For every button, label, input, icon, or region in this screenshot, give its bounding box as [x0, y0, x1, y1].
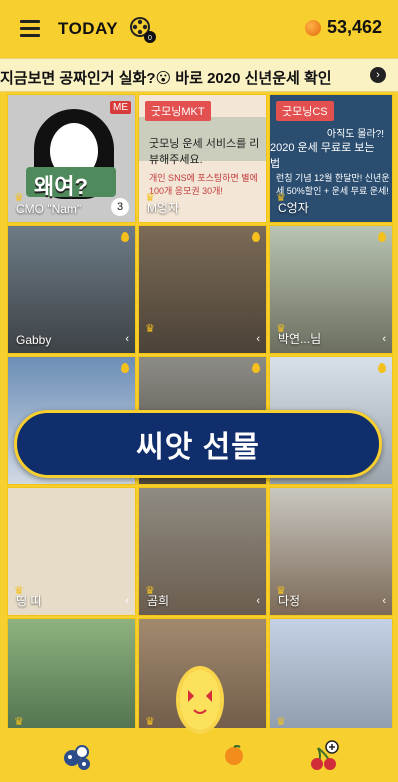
banner-text: 지금보면 공짜인거 실화?😮 바로 2020 신년운세 확인 [0, 70, 332, 87]
me-badge: ME [110, 101, 131, 114]
tile-label: CMO "Nam" [16, 202, 82, 216]
seed-drop-icon [121, 232, 129, 242]
coin-balance[interactable]: 53,462 [304, 17, 382, 38]
seeds-icon[interactable] [60, 738, 96, 774]
tangerine-coin-icon [304, 19, 321, 36]
coin-count: 53,462 [326, 17, 382, 37]
svg-text:0: 0 [148, 35, 152, 42]
seed-drop-icon [378, 232, 386, 242]
tile-label: 곰희 [147, 594, 170, 608]
crown-icon: ♛ [145, 716, 155, 728]
film-reel-icon[interactable]: 0 [128, 14, 158, 44]
seed-drop-icon [121, 363, 129, 373]
photo-grid: 왜여? ME ♛ CMO "Nam" 3 굿모닝MKT 굿모닝 운세 서비스를 … [7, 94, 393, 747]
seed-drop-icon [252, 232, 260, 242]
scroll-handle[interactable] [393, 350, 398, 440]
top-bar: TODAY 0 53,462 [0, 0, 398, 58]
tile-label: M엉자 [147, 201, 180, 215]
feed-tile[interactable]: ♛ 다정 ‹ [269, 487, 393, 616]
feed-tile[interactable]: 왜여? ME ♛ CMO "Nam" 3 [7, 94, 136, 223]
lemon-mascot-icon[interactable] [172, 660, 228, 738]
chevron-left-icon: ‹ [382, 595, 386, 607]
chevron-left-icon: ‹ [256, 595, 260, 607]
seed-drop-icon [252, 363, 260, 373]
tile-message: 2020 운세 무료로 보는 법 [270, 142, 375, 170]
seed-drop-icon [378, 363, 386, 373]
arrow-right-circle-icon[interactable]: › [370, 67, 386, 83]
tile-hint: 아직도 몰라?! [326, 129, 384, 140]
hamburger-menu-icon[interactable] [20, 20, 40, 38]
tile-sub-message: 런칭 기념 12월 한달만! 신년운세 50%할인 + 운세 무료 운세! [276, 173, 390, 196]
crown-icon: ♛ [145, 323, 155, 335]
feed-tile[interactable]: ♛ 곰희 ‹ [138, 487, 267, 616]
tile-label: C엉자 [278, 201, 309, 215]
chevron-left-icon: ‹ [125, 595, 129, 607]
chevron-left-icon: ‹ [382, 333, 386, 345]
tile-label: 다정 [278, 594, 301, 608]
seed-gift-button[interactable]: 씨앗 선물 [14, 410, 382, 478]
tile-label: 띵 띠 [16, 594, 42, 608]
tile-label: Gabby [16, 333, 52, 347]
tangerine-icon [225, 745, 243, 765]
tile-tag: 굿모닝CS [276, 101, 334, 121]
feed-tile[interactable]: ♛ 박연...님 ‹ [269, 225, 393, 354]
feed-tile[interactable]: ♛ ‹ [138, 225, 267, 354]
chevron-left-icon: ‹ [256, 333, 260, 345]
feed-tile[interactable]: 굿모닝MKT 굿모닝 운세 서비스를 리뷰해주세요. 개인 SNS에 포스팅하면… [138, 94, 267, 223]
crown-icon: ♛ [276, 716, 286, 728]
cherry-plus-icon[interactable] [306, 738, 342, 774]
tile-message: 굿모닝 운세 서비스를 리뷰해주세요. [149, 138, 260, 166]
app-root: TODAY 0 53,462 지금보면 공짜인거 실화?😮 바로 2020 신년… [0, 0, 398, 782]
announcement-banner[interactable]: 지금보면 공짜인거 실화?😮 바로 2020 신년운세 확인 › [0, 58, 398, 92]
tile-image-text: 왜여? [34, 174, 88, 199]
chevron-left-icon: ‹ [125, 333, 129, 345]
tile-sub-message: 개인 SNS에 포스팅하면 별에 100개 응모권 30개! [149, 173, 258, 196]
gift-label: 씨앗 선물 [136, 431, 260, 464]
page-title: TODAY [58, 19, 119, 38]
comment-count-badge: 3 [111, 198, 129, 216]
feed-tile[interactable]: Gabby ‹ [7, 225, 136, 354]
tile-label: 박연...님 [278, 332, 322, 346]
feed-tile[interactable]: 굿모닝CS 아직도 몰라?! 2020 운세 무료로 보는 법 런칭 기념 12… [269, 94, 393, 223]
crown-icon: ♛ [14, 716, 24, 728]
feed-tile[interactable]: ♛ 띵 띠 ‹ [7, 487, 136, 616]
tile-tag: 굿모닝MKT [145, 101, 211, 121]
